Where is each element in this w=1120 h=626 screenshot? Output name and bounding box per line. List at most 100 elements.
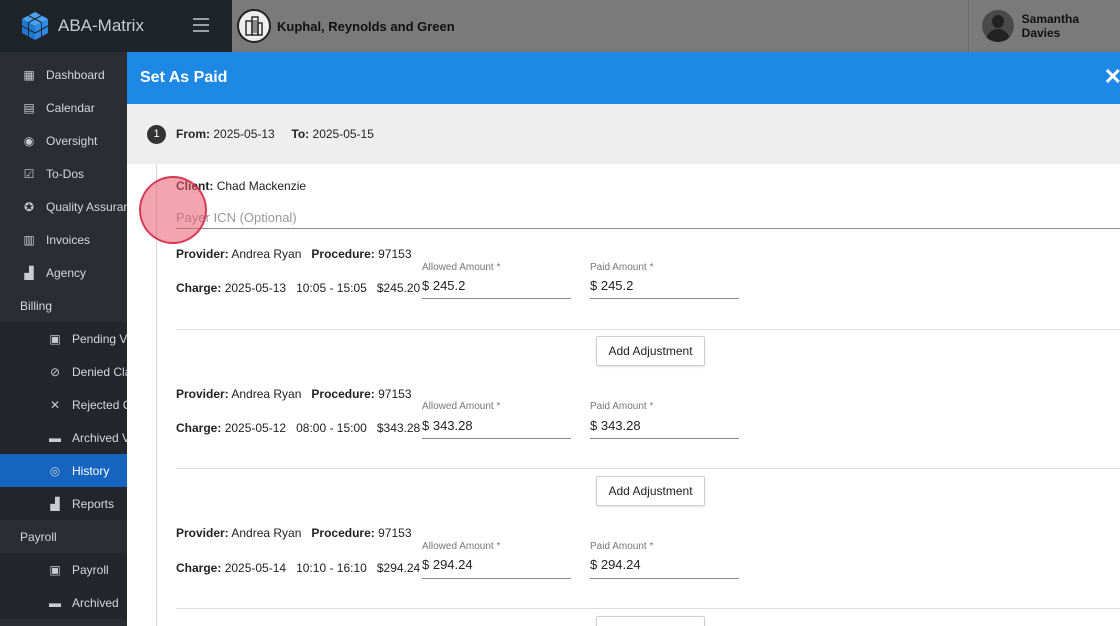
paid-amount-label: Paid Amount * (590, 401, 654, 412)
sidebar-item-payroll[interactable]: ▣ Payroll (0, 553, 127, 586)
charge-line: Charge: 2025-05-13 10:05 - 15:05 $245.20 (176, 281, 420, 295)
procedure-code: 97153 (378, 526, 412, 540)
payroll-icon: ▣ (49, 562, 61, 577)
close-icon[interactable]: ✕ (1104, 66, 1120, 88)
user-menu[interactable]: Samantha Davies (968, 0, 1120, 52)
add-adjustment-button[interactable]: Add Adjustment (596, 616, 705, 626)
divider (176, 329, 1120, 330)
charge-date: 2025-05-13 (224, 281, 287, 295)
dialog-title: Set As Paid (140, 69, 228, 86)
history-icon: ◎ (49, 463, 61, 478)
procedure-label: Procedure: (311, 387, 375, 401)
add-adjustment-button[interactable]: Add Adjustment (596, 476, 705, 506)
set-as-paid-dialog: Set As Paid ✕ 1 From: 2025-05-13 To: 202… (127, 52, 1120, 626)
date-range: From: 2025-05-13 To: 2025-05-15 (176, 127, 374, 141)
procedure-label: Procedure: (311, 247, 375, 261)
sidebar-item-label: Reports (72, 496, 115, 511)
bar-chart-icon: ▟ (50, 496, 60, 511)
paid-amount-input[interactable]: $ 294.24 (590, 557, 641, 572)
charge-amount: $245.20 (376, 281, 421, 295)
paid-amount-underline (590, 298, 739, 299)
org-name: Kuphal, Reynolds and Green (277, 18, 455, 34)
sidebar-item-oversight[interactable]: ◉ Oversight (0, 124, 127, 157)
procedure-code: 97153 (378, 387, 412, 401)
payer-icn-input[interactable] (176, 207, 1120, 229)
sidebar-item-label: To-Dos (46, 166, 85, 181)
sidebar-item-agency[interactable]: ▟ Agency (0, 256, 127, 289)
org-switcher[interactable]: Kuphal, Reynolds and Green (232, 0, 968, 52)
dialog-header: Set As Paid ✕ (127, 52, 1120, 104)
provider-line: Provider: Andrea Ryan Procedure: 97153 (176, 247, 412, 261)
provider-line: Provider: Andrea Ryan Procedure: 97153 (176, 387, 412, 401)
date-range-step: 1 From: 2025-05-13 To: 2025-05-15 (127, 104, 1120, 164)
sidebar-item-label: Archived Visits (72, 430, 127, 445)
menu-toggle-icon[interactable] (193, 18, 209, 32)
sidebar-item-label: Oversight (46, 133, 98, 148)
sidebar-item-rejected-claims[interactable]: ✕ Rejected Claims (0, 388, 127, 421)
sidebar: ▦ Dashboard ▤ Calendar ◉ Oversight ☑ To-… (0, 52, 127, 626)
charge-time: 08:00 - 15:00 (296, 421, 367, 435)
section-label: Payroll (20, 529, 57, 544)
allowed-amount-input[interactable]: $ 343.28 (422, 418, 473, 433)
document-lock-icon: ▣ (49, 331, 61, 346)
provider-name: Andrea Ryan (231, 387, 302, 401)
paid-amount-input[interactable]: $ 343.28 (590, 418, 641, 433)
user-name: Samantha Davies (1021, 12, 1080, 40)
top-bar: ABA-Matrix Kuphal, Reynolds and Green Sa… (0, 0, 1120, 52)
archive-icon: ▬ (49, 595, 61, 610)
sidebar-item-calendar[interactable]: ▤ Calendar (0, 91, 127, 124)
charge-label: Charge: (176, 561, 222, 575)
sidebar-item-label: Quality Assurance (46, 199, 127, 214)
provider-label: Provider: (176, 526, 229, 540)
sidebar-item-label: Payroll (72, 562, 109, 577)
sidebar-item-history[interactable]: ◎ History (0, 454, 127, 487)
sidebar-item-label: History (72, 463, 110, 478)
to-label: To: (291, 127, 310, 141)
sidebar-item-invoices[interactable]: ▥ Invoices (0, 223, 127, 256)
sidebar-item-archived[interactable]: ▬ Archived (0, 586, 127, 619)
sidebar-item-label: Calendar (46, 100, 95, 115)
charge-line: Charge: 2025-05-14 10:10 - 16:10 $294.24 (176, 561, 420, 575)
divider (176, 468, 1120, 469)
allowed-amount-underline (422, 298, 571, 299)
sidebar-item-todos[interactable]: ☑ To-Dos (0, 157, 127, 190)
sidebar-item-label: Invoices (46, 232, 91, 247)
procedure-code: 97153 (378, 247, 412, 261)
provider-name: Andrea Ryan (231, 247, 302, 261)
sidebar-item-denied-claims[interactable]: ⊘ Denied Claims (0, 355, 127, 388)
allowed-amount-label: Allowed Amount * (422, 401, 501, 412)
avatar (982, 10, 1014, 42)
paid-amount-underline (590, 438, 739, 439)
charge-date: 2025-05-14 (224, 561, 287, 575)
paid-amount-input[interactable]: $ 245.2 (590, 278, 633, 293)
sidebar-item-label: Dashboard (46, 67, 105, 82)
provider-line: Provider: Andrea Ryan Procedure: 97153 (176, 526, 412, 540)
section-label: Billing (20, 298, 53, 313)
divider (176, 608, 1120, 609)
sidebar-section-billing[interactable]: Billing (0, 289, 127, 322)
dashboard-icon: ▦ (23, 67, 35, 82)
sidebar-item-reports[interactable]: ▟ Reports (0, 487, 127, 520)
denied-icon: ⊘ (49, 364, 61, 379)
sidebar-item-label: Archived (72, 595, 119, 610)
charge-time: 10:10 - 16:10 (296, 561, 367, 575)
close-icon: ✕ (49, 397, 61, 412)
sidebar-item-dashboard[interactable]: ▦ Dashboard (0, 58, 127, 91)
sidebar-item-label: Agency (46, 265, 87, 280)
procedure-label: Procedure: (311, 526, 375, 540)
allowed-amount-input[interactable]: $ 294.24 (422, 557, 473, 572)
allowed-amount-label: Allowed Amount * (422, 262, 501, 273)
allowed-amount-input[interactable]: $ 245.2 (422, 278, 465, 293)
sidebar-section-payroll[interactable]: Payroll (0, 520, 127, 553)
add-adjustment-button[interactable]: Add Adjustment (596, 336, 705, 366)
building-icon (237, 9, 271, 43)
sidebar-item-archived-visits[interactable]: ▬ Archived Visits (0, 421, 127, 454)
checklist-icon: ☑ (23, 166, 35, 181)
app-name: ABA-Matrix (58, 16, 144, 35)
sidebar-item-pending-visits[interactable]: ▣ Pending Visits (0, 322, 127, 355)
from-date: 2025-05-13 (213, 127, 275, 141)
sidebar-item-label: Denied Claims (72, 364, 127, 379)
sidebar-item-quality-assurance[interactable]: ✪ Quality Assurance (0, 190, 127, 223)
allowed-amount-label: Allowed Amount * (422, 541, 501, 552)
archive-icon: ▬ (49, 430, 61, 445)
